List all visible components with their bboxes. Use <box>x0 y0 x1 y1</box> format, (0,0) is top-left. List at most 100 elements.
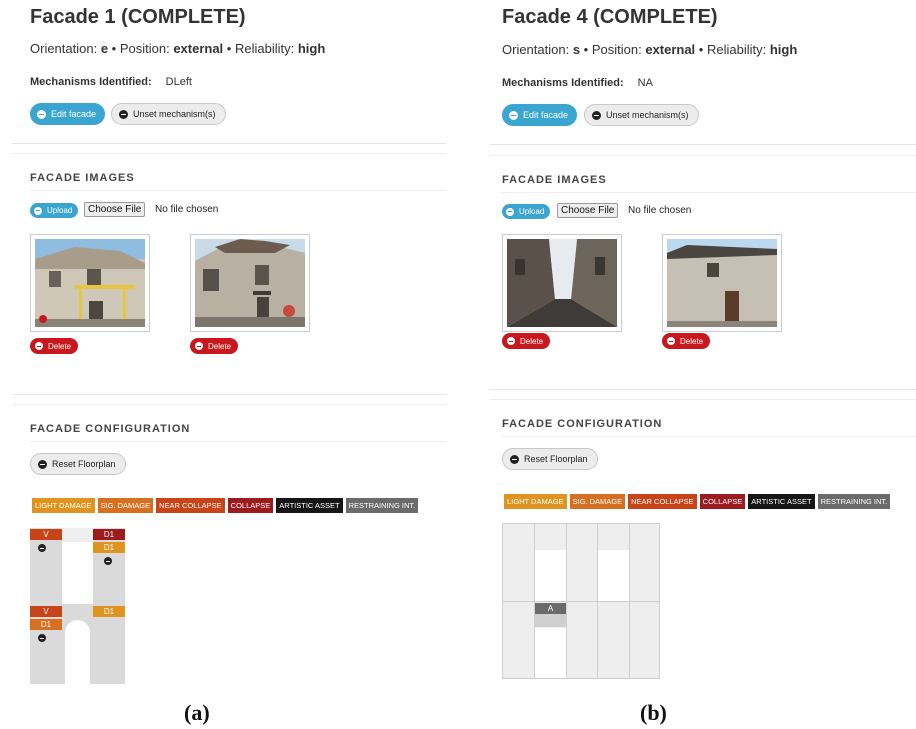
tag-d1[interactable]: D1 <box>93 529 125 540</box>
unset-mechanism-button[interactable]: Unset mechanism(s) <box>584 104 699 126</box>
facade-panel-b: Facade 4 (COMPLETE) Orientation: s • Pos… <box>490 0 916 700</box>
legend-restraining-int: RESTRAINING INT. <box>345 498 419 513</box>
delete-image-button[interactable]: Delete <box>662 333 711 349</box>
damage-legend: LIGHT DAMAGE SIG. DAMAGE NEAR COLLAPSE C… <box>32 498 419 513</box>
divider <box>12 143 446 144</box>
delete-label: Delete <box>48 341 72 351</box>
divider <box>12 394 446 395</box>
minus-circle-icon <box>119 109 128 119</box>
divider <box>30 190 446 191</box>
facade-image-1[interactable] <box>30 234 150 332</box>
tag-d1[interactable]: D1 <box>30 619 62 630</box>
unset-mechanism-label: Unset mechanism(s) <box>133 109 216 119</box>
delete-image-button[interactable]: Delete <box>190 338 239 354</box>
divider <box>30 441 446 442</box>
tag-a[interactable]: A <box>535 603 566 614</box>
grid-spandrel[interactable] <box>62 604 93 618</box>
orientation-label: Orientation: <box>502 42 573 57</box>
facade-meta: Orientation: e • Position: external • Re… <box>30 41 325 56</box>
position-label: • Position: <box>108 41 174 56</box>
divider <box>502 192 916 193</box>
facade-image-2[interactable] <box>662 234 782 332</box>
mechanisms-label: Mechanisms Identified: <box>502 77 624 89</box>
legend-artistic-asset: ARTISTIC ASSET <box>276 498 343 513</box>
upload-icon <box>506 207 514 216</box>
grid-cell-selected[interactable] <box>535 614 566 627</box>
upload-icon <box>34 206 42 215</box>
orientation-value: e <box>100 41 109 56</box>
delete-icon <box>507 337 515 345</box>
photo-building-facade-icon <box>667 239 777 327</box>
remove-mechanism-icon[interactable] <box>104 557 112 565</box>
grid-cell-top[interactable] <box>62 528 93 542</box>
tag-v[interactable]: V <box>30 606 62 617</box>
facade-title: Facade 4 (COMPLETE) <box>502 6 718 28</box>
facade-floorplan-grid[interactable]: V D1 D1 V D1 D1 <box>30 528 125 684</box>
section-heading-configuration: FACADE CONFIGURATION <box>30 423 191 435</box>
section-heading-configuration: FACADE CONFIGURATION <box>502 418 663 430</box>
legend-sig-damage: SIG. DAMAGE <box>97 498 154 513</box>
remove-mechanism-icon[interactable] <box>38 544 46 552</box>
delete-image-button[interactable]: Delete <box>30 338 79 354</box>
choose-file-button[interactable]: Choose File <box>557 203 619 218</box>
damage-legend: LIGHT DAMAGE SIG. DAMAGE NEAR COLLAPSE C… <box>504 494 891 509</box>
grid-opening[interactable] <box>535 628 566 678</box>
upload-button[interactable]: Upload <box>502 204 551 219</box>
grid-opening[interactable] <box>598 550 629 601</box>
facade-image-2[interactable] <box>190 234 310 332</box>
divider <box>12 404 446 405</box>
divider <box>490 389 916 390</box>
reset-floorplan-button[interactable]: Reset Floorplan <box>30 453 126 475</box>
tag-d1[interactable]: D1 <box>93 606 125 617</box>
position-label: • Position: <box>580 42 646 57</box>
unset-mechanism-button[interactable]: Unset mechanism(s) <box>111 103 226 125</box>
tag-v[interactable]: V <box>30 529 62 540</box>
divider <box>12 153 446 154</box>
minus-circle-icon <box>592 110 601 120</box>
legend-light-damage: LIGHT DAMAGE <box>32 498 95 513</box>
reset-floorplan-label: Reset Floorplan <box>524 454 588 464</box>
orientation-label: Orientation: <box>30 41 101 56</box>
section-heading-images: FACADE IMAGES <box>502 174 607 186</box>
divider <box>490 399 916 400</box>
legend-near-collapse: NEAR COLLAPSE <box>156 498 225 513</box>
caption-a: (a) <box>184 700 210 725</box>
facade-image-1[interactable] <box>502 234 622 332</box>
upload-button[interactable]: Upload <box>30 203 79 218</box>
section-heading-images: FACADE IMAGES <box>30 172 135 184</box>
edit-facade-button[interactable]: Edit facade <box>502 104 578 126</box>
edit-facade-button[interactable]: Edit facade <box>30 103 106 125</box>
remove-mechanism-icon[interactable] <box>38 634 46 642</box>
choose-file-button[interactable]: Choose File <box>84 202 146 217</box>
divider <box>502 436 916 437</box>
photo-narrow-street-icon <box>507 239 617 327</box>
no-file-text: No file chosen <box>628 205 692 216</box>
delete-icon <box>195 342 203 350</box>
unset-mechanism-label: Unset mechanism(s) <box>606 110 689 120</box>
edit-facade-label: Edit facade <box>51 109 97 119</box>
legend-artistic-asset: ARTISTIC ASSET <box>748 494 815 509</box>
delete-icon <box>667 337 675 345</box>
reliability-label: • Reliability: <box>695 42 770 57</box>
delete-image-button[interactable]: Delete <box>502 333 551 349</box>
upload-label: Upload <box>519 207 545 216</box>
legend-sig-damage: SIG. DAMAGE <box>569 494 626 509</box>
reliability-value: high <box>769 42 798 57</box>
facade-floorplan-grid[interactable]: A <box>502 523 660 679</box>
edit-facade-label: Edit facade <box>523 110 569 120</box>
upload-label: Upload <box>47 206 73 215</box>
reset-floorplan-button[interactable]: Reset Floorplan <box>502 448 598 470</box>
photo-building-collapsed-roof-icon <box>195 239 305 327</box>
photo-building-damaged-icon <box>35 239 145 327</box>
delete-label: Delete <box>208 341 232 351</box>
divider <box>490 144 916 145</box>
grid-opening[interactable] <box>535 550 566 601</box>
minus-circle-icon <box>38 459 47 469</box>
position-value: external <box>173 41 224 56</box>
tag-d1[interactable]: D1 <box>93 542 125 553</box>
delete-label: Delete <box>520 336 544 346</box>
mechanisms-value: DLeft <box>165 76 192 88</box>
orientation-value: s <box>572 42 581 57</box>
legend-restraining-int: RESTRAINING INT. <box>817 494 891 509</box>
grid-arch-opening <box>65 620 90 684</box>
